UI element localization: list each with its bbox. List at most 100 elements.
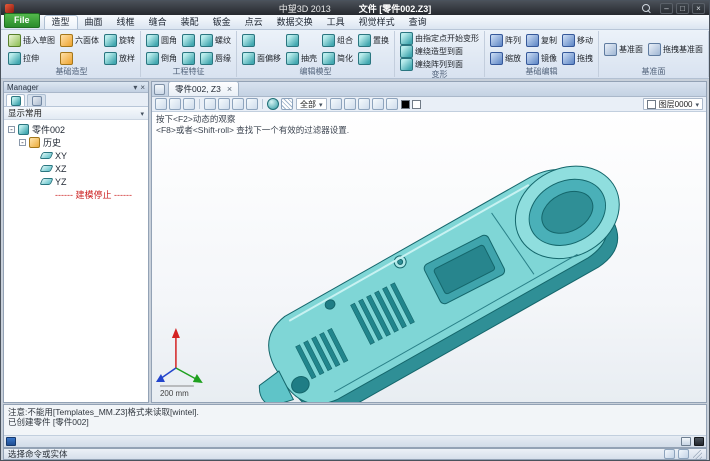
ribbon-tab-1[interactable]: 造型 xyxy=(44,15,78,29)
close-panel-icon[interactable] xyxy=(140,83,145,92)
wireframe-display-icon[interactable] xyxy=(281,98,293,110)
drag-icon xyxy=(562,52,575,65)
tree-item-5[interactable]: ------ 建模停止 ------ xyxy=(4,188,148,201)
ribbon-tab-4[interactable]: 缝合 xyxy=(142,16,174,29)
command-window-icon[interactable] xyxy=(6,437,16,446)
box-button[interactable]: 六面体 xyxy=(59,32,100,49)
rib-button[interactable] xyxy=(181,50,196,67)
ribbon-group-5: 基准面拖拽基准面基准面 xyxy=(599,31,709,77)
output-pin-icon[interactable] xyxy=(681,437,691,446)
pick-window-icon[interactable] xyxy=(169,98,181,110)
tree-item-3[interactable]: XZ xyxy=(4,162,148,175)
ribbon-tab-5[interactable]: 装配 xyxy=(174,16,206,29)
wrap-array-icon xyxy=(400,58,413,71)
section-view-icon[interactable] xyxy=(344,98,356,110)
split-button[interactable] xyxy=(285,32,318,49)
combine-button[interactable]: 组合 xyxy=(321,32,354,49)
maximize-button[interactable] xyxy=(676,3,689,14)
background-icon[interactable] xyxy=(358,98,370,110)
search-icon[interactable] xyxy=(641,3,652,14)
copy-button[interactable]: 复制 xyxy=(525,32,558,49)
wrap-to-face-button[interactable]: 缠绕造型到面 xyxy=(399,45,480,57)
close-button[interactable] xyxy=(692,3,705,14)
pick-chain-icon[interactable] xyxy=(183,98,195,110)
wrap-array-button[interactable]: 缠绕阵列到面 xyxy=(399,58,480,70)
shaded-display-icon[interactable] xyxy=(267,98,279,110)
face-offset-button[interactable]: 面偏移 xyxy=(241,50,282,67)
pattern-button[interactable]: 阵列 xyxy=(489,32,522,49)
status-filter-icon[interactable] xyxy=(664,449,675,459)
tree-item-0[interactable]: -零件002 xyxy=(4,123,148,136)
filter-all-dropdown[interactable]: 全部 xyxy=(296,98,327,110)
ribbon-group-label: 基准面 xyxy=(603,67,704,77)
fillet-button[interactable]: 圆角 xyxy=(145,32,178,49)
pan-icon[interactable] xyxy=(232,98,244,110)
pin-icon[interactable] xyxy=(133,83,137,92)
cylinder-button[interactable] xyxy=(59,50,100,67)
replace-button[interactable]: 置换 xyxy=(357,32,390,49)
view-toolbar: 全部 图层0000 xyxy=(152,97,706,112)
deform-point-icon xyxy=(400,32,413,45)
history-manager-tab[interactable] xyxy=(6,94,25,106)
document-tab[interactable]: 零件002, Z3 xyxy=(168,81,239,96)
thread-button[interactable]: 螺纹 xyxy=(199,32,232,49)
ribbon-group-0: 插入草图拉伸六面体旋转放样基础造型 xyxy=(3,31,141,77)
insert-sketch-button[interactable]: 插入草图 xyxy=(7,32,56,49)
move-button[interactable]: 移动 xyxy=(561,32,594,49)
zoom-window-icon[interactable] xyxy=(204,98,216,110)
tree-item-4[interactable]: YZ xyxy=(4,175,148,188)
close-tab-icon[interactable] xyxy=(227,84,232,94)
deform-point-button[interactable]: 由指定点开始变形 xyxy=(399,32,480,44)
ribbon-group-3: 由指定点开始变形缠绕造型到面缠绕阵列到面变形 xyxy=(395,31,485,77)
mirror-button[interactable]: 镜像 xyxy=(525,50,558,67)
model-3d-view[interactable]: 200 mm xyxy=(152,112,706,402)
revolve-button[interactable]: 旋转 xyxy=(103,32,136,49)
color-swatch-1[interactable] xyxy=(412,100,421,109)
ribbon-tab-7[interactable]: 点云 xyxy=(238,16,270,29)
ribbon-tab-2[interactable]: 曲面 xyxy=(78,16,110,29)
ribbon-tab-10[interactable]: 视觉样式 xyxy=(352,16,402,29)
view-manager-tab[interactable] xyxy=(27,94,46,106)
shell-button[interactable]: 抽壳 xyxy=(285,50,318,67)
display-mode-icon[interactable] xyxy=(330,98,342,110)
hole-button[interactable] xyxy=(181,32,196,49)
revolve-icon xyxy=(104,34,117,47)
grid-icon[interactable] xyxy=(372,98,384,110)
extrude-button[interactable]: 拉伸 xyxy=(7,50,56,67)
display-filter-dropdown[interactable]: 显示常用 xyxy=(4,107,148,120)
minimize-button[interactable] xyxy=(660,3,673,14)
loft-button[interactable]: 放样 xyxy=(103,50,136,67)
copy-icon xyxy=(526,34,539,47)
output-close-icon[interactable] xyxy=(694,437,704,446)
ribbon-tab-9[interactable]: 工具 xyxy=(320,16,352,29)
tree-item-2[interactable]: XY xyxy=(4,149,148,162)
pick-icon[interactable] xyxy=(155,98,167,110)
document-list-icon[interactable] xyxy=(154,84,165,95)
zoom-all-icon[interactable] xyxy=(218,98,230,110)
layer-dropdown[interactable]: 图层0000 xyxy=(643,98,703,110)
ribbon-tab-3[interactable]: 线框 xyxy=(110,16,142,29)
ribbon-tab-6[interactable]: 钣金 xyxy=(206,16,238,29)
ribbon-tab-0[interactable]: File xyxy=(4,13,40,28)
hint-line-1: 按下<F2>动态的观察 xyxy=(156,114,349,125)
drag-button[interactable]: 拖拽 xyxy=(561,50,594,67)
lip-button[interactable]: 唇缘 xyxy=(199,50,232,67)
trim-button[interactable] xyxy=(241,32,282,49)
color-swatch-0[interactable] xyxy=(401,100,410,109)
resize-grip[interactable] xyxy=(693,450,702,459)
datum-plane-button[interactable]: 基准面 xyxy=(603,43,644,56)
rotate-view-icon[interactable] xyxy=(246,98,258,110)
viewport[interactable]: 按下<F2>动态的观察 <F8>或者<Shift-roll> 查找下一个有效的过… xyxy=(152,112,706,402)
light-icon[interactable] xyxy=(386,98,398,110)
status-snap-icon[interactable] xyxy=(678,449,689,459)
ribbon-tab-11[interactable]: 查询 xyxy=(402,16,434,29)
intersect-button[interactable] xyxy=(357,50,390,67)
simplify-button[interactable]: 简化 xyxy=(321,50,354,67)
tree-expander[interactable]: - xyxy=(8,126,15,133)
drag-datum-button[interactable]: 拖拽基准面 xyxy=(647,43,704,56)
scale-button[interactable]: 缩放 xyxy=(489,50,522,67)
chamfer-button[interactable]: 倒角 xyxy=(145,50,178,67)
tree-item-1[interactable]: -历史 xyxy=(4,136,148,149)
tree-expander[interactable]: - xyxy=(19,139,26,146)
ribbon-tab-8[interactable]: 数据交换 xyxy=(270,16,320,29)
